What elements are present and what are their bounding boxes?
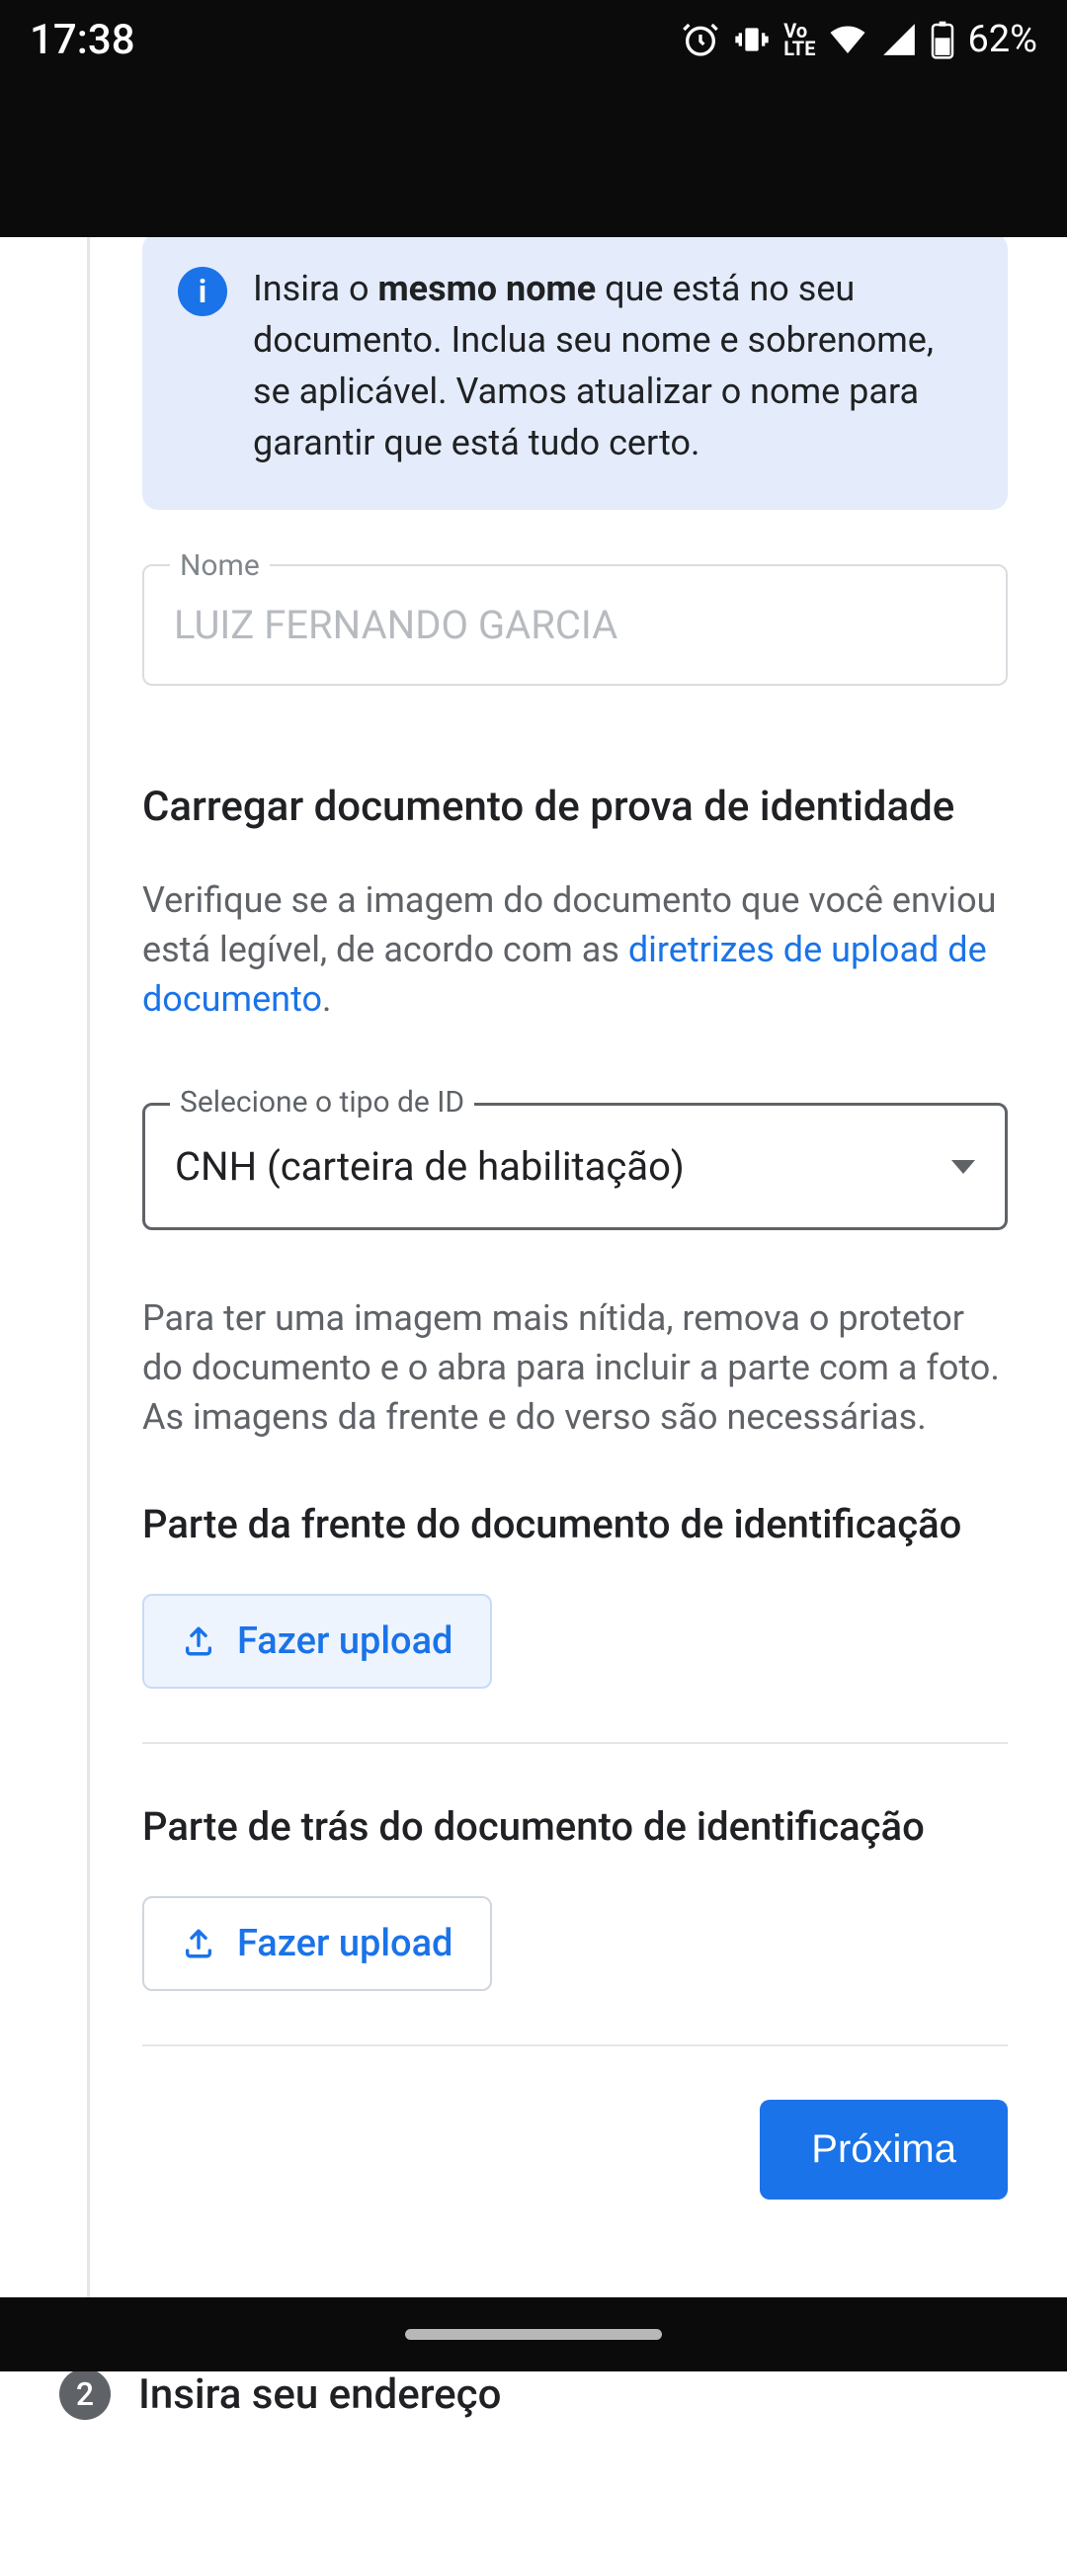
- step-2-row[interactable]: 2 Insira seu endereço: [0, 2368, 1067, 2420]
- main-column: i Insira o mesmo nome que está no seu do…: [93, 237, 1067, 2297]
- signal-icon: [880, 21, 918, 58]
- divider: [142, 2044, 1008, 2046]
- bottom-area: 2 Insira seu endereço: [0, 2368, 1067, 2576]
- vibrate-icon: [732, 20, 772, 59]
- subtitle-after: .: [322, 978, 332, 1020]
- name-input[interactable]: LUIZ FERNANDO GARCIA: [142, 564, 1008, 686]
- chevron-down-icon: [951, 1160, 975, 1174]
- info-box: i Insira o mesmo nome que está no seu do…: [142, 237, 1008, 510]
- info-prefix: Insira o: [253, 268, 377, 309]
- id-type-value: CNH (carteira de habilitação): [175, 1143, 685, 1190]
- name-label: Nome: [170, 548, 270, 583]
- upload-icon: [182, 1624, 215, 1658]
- content-area: i Insira o mesmo nome que está no seu do…: [0, 237, 1067, 2297]
- divider: [142, 1742, 1008, 1744]
- status-bar: 17:38 VoLTE 62%: [0, 0, 1067, 79]
- image-hint: Para ter uma imagem mais nítida, remova …: [142, 1293, 1008, 1442]
- app-header-spacer: [0, 79, 1067, 237]
- back-heading: Parte de trás do documento de identifica…: [142, 1801, 1008, 1853]
- info-icon: i: [178, 267, 227, 316]
- info-text: Insira o mesmo nome que está no seu docu…: [253, 263, 972, 468]
- step-2-badge: 2: [59, 2368, 111, 2420]
- step-gutter: [0, 237, 93, 2297]
- front-upload-label: Fazer upload: [237, 1620, 452, 1663]
- front-heading: Parte da frente do documento de identifi…: [142, 1499, 1008, 1550]
- front-upload-button[interactable]: Fazer upload: [142, 1594, 492, 1689]
- back-upload-label: Fazer upload: [237, 1922, 452, 1965]
- name-field-wrapper: Nome LUIZ FERNANDO GARCIA: [142, 564, 1008, 686]
- step-2-label: Insira seu endereço: [138, 2370, 501, 2419]
- id-type-select-wrapper: Selecione o tipo de ID CNH (carteira de …: [142, 1103, 1008, 1230]
- nav-pill[interactable]: [405, 2329, 662, 2340]
- upload-section-title: Carregar documento de prova de identidad…: [142, 781, 1008, 834]
- volte-icon: VoLTE: [783, 22, 815, 57]
- wifi-icon: [827, 19, 868, 60]
- id-type-select[interactable]: CNH (carteira de habilitação): [142, 1103, 1008, 1230]
- battery-icon: [930, 20, 955, 59]
- back-upload-button[interactable]: Fazer upload: [142, 1896, 492, 1991]
- alarm-icon: [681, 20, 720, 59]
- upload-section-subtitle: Verifique se a imagem do documento que v…: [142, 875, 1008, 1024]
- android-nav-bar: [0, 2297, 1067, 2371]
- next-button[interactable]: Próxima: [760, 2100, 1008, 2200]
- upload-icon: [182, 1927, 215, 1960]
- info-bold: mesmo nome: [377, 268, 596, 309]
- next-row: Próxima: [142, 2100, 1008, 2200]
- status-right: VoLTE 62%: [681, 18, 1037, 61]
- battery-percent: 62%: [967, 18, 1037, 61]
- id-type-label: Selecione o tipo de ID: [170, 1085, 474, 1120]
- status-time: 17:38: [30, 16, 135, 64]
